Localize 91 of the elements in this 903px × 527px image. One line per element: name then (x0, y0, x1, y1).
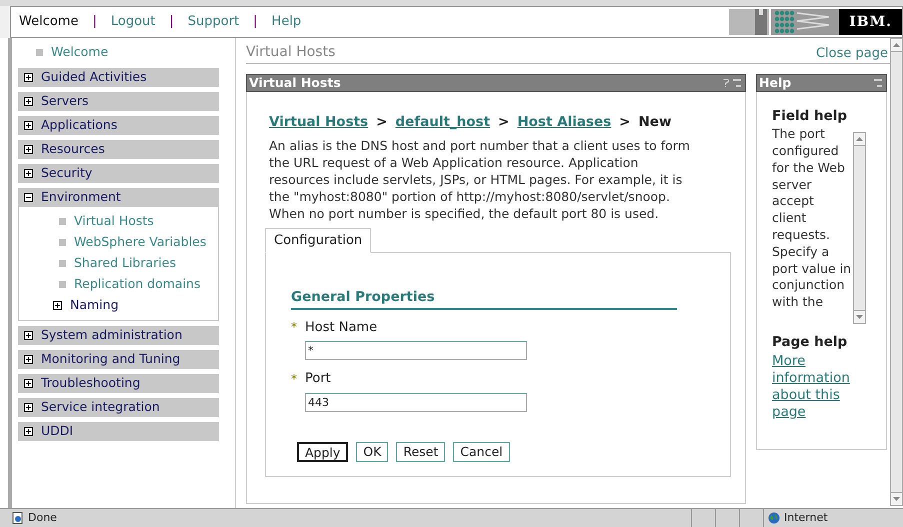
nav-section-label: Guided Activities (41, 68, 147, 86)
bullet-icon (36, 49, 43, 56)
field-label: Host Name (305, 318, 378, 336)
text-field[interactable]: * (305, 341, 527, 360)
nav-section-label: Troubleshooting (41, 374, 140, 392)
bullet-icon (59, 218, 66, 225)
expand-icon[interactable] (24, 403, 33, 412)
top-nav-link[interactable]: Help (272, 12, 302, 32)
field-label: Port (305, 370, 331, 388)
nav-section-bar[interactable]: Troubleshooting (18, 374, 219, 393)
expand-icon[interactable] (24, 121, 33, 130)
nav-section-bar[interactable]: Applications (18, 116, 219, 135)
scroll-up-icon[interactable] (893, 43, 900, 47)
nav-section-label: UDDI (41, 422, 74, 440)
globe-icon (768, 512, 780, 524)
form-button[interactable]: Reset (396, 442, 446, 462)
status-text: Done (28, 510, 57, 526)
nav-section-label: Servers (41, 92, 89, 110)
help-heading: Page help (772, 333, 848, 352)
collapse-icon[interactable] (24, 193, 33, 202)
nav-link[interactable]: Replication domains (74, 275, 200, 294)
panel-title: Help (759, 74, 792, 92)
nav-section-bar[interactable]: Guided Activities (18, 68, 219, 87)
nav-section-label: Security (41, 164, 92, 182)
page-title: Virtual Hosts (246, 43, 336, 62)
nav-separator: | (169, 13, 174, 32)
expand-icon[interactable] (53, 301, 62, 310)
page-help-link[interactable]: More information about this page (772, 352, 867, 420)
breadcrumb-link[interactable]: default_host (395, 112, 490, 132)
breadcrumb-separator: > (498, 113, 510, 132)
nav-section-bar[interactable]: Service integration (18, 398, 219, 417)
nav-section-label: Environment (41, 188, 121, 206)
top-nav-link[interactable]: Welcome (19, 12, 78, 32)
nav-link[interactable]: Shared Libraries (74, 254, 176, 273)
nav-section-bar[interactable]: Security (18, 164, 219, 183)
scroll-down-icon[interactable] (893, 497, 900, 501)
nav-section-label: Applications (41, 116, 118, 134)
top-nav-link[interactable]: Logout (110, 12, 156, 32)
nav-section[interactable]: Naming (70, 296, 119, 315)
expand-icon[interactable] (24, 145, 33, 154)
breadcrumb-current: New (638, 113, 672, 132)
section-title: General Properties (291, 287, 677, 310)
field-help-text: The port configured for the Web server accept client requests. Specify a port value in conjunction with the (772, 126, 852, 312)
bullet-icon (59, 281, 66, 288)
expand-icon[interactable] (24, 331, 33, 340)
help-heading: Field help (772, 107, 848, 126)
nav-section-label: Monitoring and Tuning (41, 350, 180, 368)
description-text: An alias is the DNS host and port number that a client uses to form the URL request of a Web Application resource. Application resources include servlets, JSPs, or HTML pages. For example, it is the "myhost:8080" portion of http://myhost:8080/servlet/snoop. When no port number is specified, the default port 80 is used. (268, 137, 691, 222)
nav-section-bar[interactable]: Resources (18, 140, 219, 159)
brand-logo: IBM. (839, 9, 902, 35)
expand-icon[interactable] (24, 427, 33, 436)
tab[interactable]: Configuration (265, 228, 372, 254)
required-mark: * (291, 319, 298, 336)
expand-icon[interactable] (24, 169, 33, 178)
breadcrumb-separator: > (619, 113, 630, 132)
nav-section-label: Service integration (41, 398, 160, 416)
page-icon (12, 512, 24, 524)
zone-text: Internet (784, 510, 828, 526)
bullet-icon (59, 260, 66, 267)
breadcrumb-link[interactable]: Host Aliases (517, 112, 612, 132)
help-scrollbar[interactable] (853, 132, 866, 324)
breadcrumb-separator: > (376, 113, 388, 132)
bullet-icon (59, 239, 66, 246)
form-button[interactable]: OK (356, 442, 388, 462)
page-scrollbar[interactable] (890, 38, 903, 506)
panel-title: Virtual Hosts (249, 74, 341, 92)
close-page-link[interactable]: Close page (816, 44, 890, 63)
top-nav-link[interactable]: Support (188, 12, 240, 32)
nav-link[interactable]: Virtual Hosts (74, 212, 154, 231)
nav-section-bar[interactable]: UDDI (18, 422, 219, 441)
expand-icon[interactable] (24, 73, 33, 82)
nav-section-label: System administration (41, 326, 182, 344)
nav-link[interactable]: Welcome (51, 43, 108, 62)
breadcrumb-link[interactable]: Virtual Hosts (269, 112, 368, 132)
expand-icon[interactable] (24, 379, 33, 388)
nav-section-bar[interactable]: Servers (18, 92, 219, 111)
form-button[interactable]: Apply (297, 442, 348, 462)
nav-section-bar[interactable]: System administration (18, 326, 219, 345)
scroll-up-icon[interactable] (856, 137, 863, 142)
text-field[interactable]: 443 (305, 392, 527, 412)
expand-icon[interactable] (24, 355, 33, 364)
nav-separator: | (92, 13, 97, 32)
nav-section-label: Resources (41, 140, 105, 158)
form-button[interactable]: Cancel (453, 442, 510, 462)
scroll-down-icon[interactable] (856, 315, 863, 320)
required-mark: * (291, 370, 298, 388)
nav-section-bar[interactable]: Environment (18, 188, 219, 207)
expand-icon[interactable] (24, 97, 33, 106)
nav-separator: | (253, 13, 258, 32)
nav-link[interactable]: WebSphere Variables (74, 233, 206, 252)
nav-section-bar[interactable]: Monitoring and Tuning (18, 350, 219, 369)
